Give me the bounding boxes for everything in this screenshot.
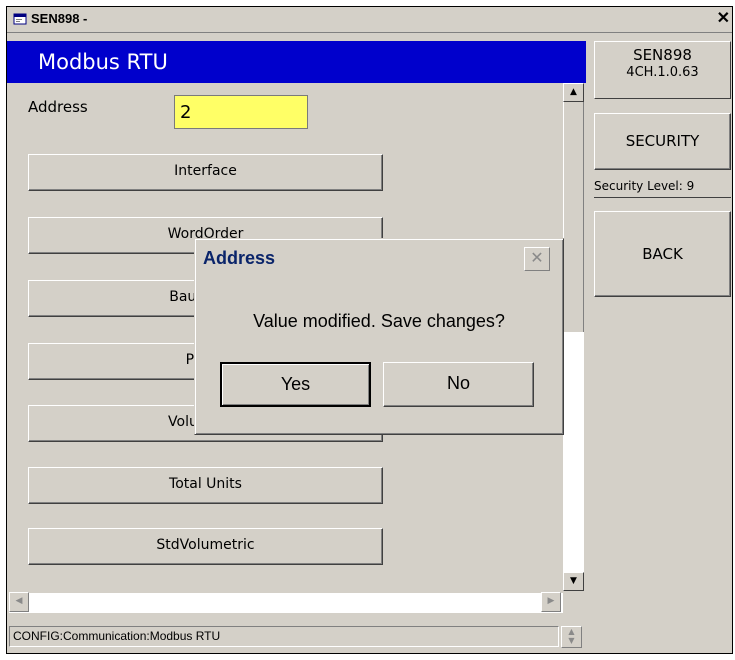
divider (594, 197, 731, 198)
device-name: SEN898 (633, 46, 692, 64)
spin-up-icon[interactable]: ▲ (562, 627, 581, 636)
yes-button[interactable]: Yes (220, 362, 371, 407)
horizontal-scrollbar[interactable] (9, 592, 563, 613)
scroll-down-icon[interactable]: ▼ (563, 572, 584, 591)
no-button[interactable]: No (383, 362, 534, 407)
interface-button[interactable]: Interface (28, 154, 383, 191)
version-box: SEN898 4CH.1.0.63 (594, 41, 731, 99)
scroll-up-icon[interactable]: ▲ (563, 83, 584, 102)
app-window-icon (13, 13, 27, 25)
address-label: Address (28, 98, 88, 116)
firmware-version: 4CH.1.0.63 (626, 65, 699, 80)
dialog-message: Value modified. Save changes? (253, 311, 505, 331)
scroll-left-icon[interactable]: ◀ (9, 592, 29, 612)
dialog-title: Address (203, 248, 276, 268)
scroll-right-icon[interactable]: ▶ (541, 592, 561, 612)
back-button[interactable]: BACK (594, 211, 731, 297)
std-volumetric-button[interactable]: StdVolumetric (28, 528, 383, 565)
total-units-button[interactable]: Total Units (28, 467, 383, 504)
security-button[interactable]: SECURITY (594, 113, 731, 170)
vertical-scroll-thumb[interactable] (563, 101, 584, 332)
address-input[interactable]: 2 (174, 95, 308, 129)
dialog-close-icon[interactable]: ✕ (524, 247, 550, 271)
status-bar: CONFIG:Communication:Modbus RTU (9, 626, 559, 647)
security-level-label: Security Level: 9 (594, 179, 695, 193)
spin-down-icon[interactable]: ▼ (562, 636, 581, 645)
window-title: SEN898 - (31, 11, 88, 26)
window-close-icon[interactable]: ✕ (717, 10, 730, 28)
window-titlebar[interactable]: SEN898 - ✕ (7, 7, 732, 33)
status-spinner[interactable]: ▲ ▼ (561, 626, 582, 648)
page-title: Modbus RTU (38, 50, 168, 74)
